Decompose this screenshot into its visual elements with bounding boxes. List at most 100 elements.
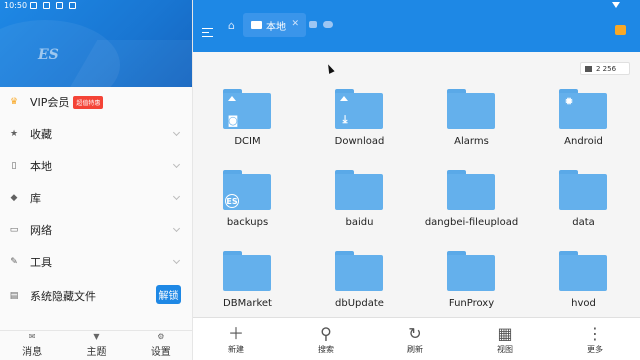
chat-icon[interactable]	[309, 21, 317, 28]
view-button[interactable]: ▦ 视图	[480, 324, 530, 355]
folder-item[interactable]: ⤓ Download	[312, 89, 402, 161]
folder-item[interactable]: DBMarket	[200, 251, 290, 323]
folder-icon: ES	[223, 170, 271, 210]
file-name: dangbei-fileupload	[424, 217, 519, 228]
folder-item[interactable]: dbUpdate	[312, 251, 402, 323]
sidebar-item-label: VIP会员	[30, 96, 70, 109]
sidebar-item-label: 收藏	[30, 128, 52, 141]
vip-promo-badge: 超值特惠	[73, 95, 104, 109]
file-name: Android	[564, 136, 603, 147]
status-time: 10:50	[4, 1, 28, 10]
folder-icon	[559, 251, 607, 291]
file-name: backups	[226, 217, 269, 228]
status-bar: 10:50	[0, 0, 640, 12]
home-icon[interactable]: ⌂	[228, 19, 235, 32]
sidebar-item-favorites[interactable]: ★ 收藏	[0, 122, 193, 146]
camera-icon: ◙	[227, 113, 239, 127]
file-name: DBMarket	[223, 298, 272, 309]
toolbar-label: 新建	[228, 345, 244, 354]
crown-icon: ♛	[9, 97, 19, 107]
sidebar-bottom-tabs: ✉ 消息 ▼ 主题 ⚙ 设置	[0, 330, 193, 360]
mail-icon: ✉	[28, 332, 36, 341]
close-icon[interactable]: ✕	[291, 19, 299, 29]
chevron-down-icon	[172, 192, 181, 201]
tab-messages[interactable]: ✉ 消息	[2, 331, 62, 360]
folder-icon	[335, 251, 383, 291]
sidebar-item-label: 网络	[30, 224, 52, 237]
folder-icon	[447, 251, 495, 291]
refresh-icon: ↻	[408, 324, 422, 343]
bottom-toolbar: ＋ 新建 ⚲ 搜索 ↻ 刷新 ▦ 视图 ⋮ 更多	[193, 317, 640, 360]
folder-icon	[559, 170, 607, 210]
library-icon: ◆	[10, 193, 18, 203]
wifi-icon	[612, 2, 620, 8]
refresh-button[interactable]: ↻ 刷新	[390, 324, 440, 355]
tab-themes[interactable]: ▼ 主题	[66, 331, 126, 360]
tab-label: 消息	[22, 347, 43, 358]
star-icon: ★	[9, 129, 19, 139]
search-icon: ⚲	[320, 324, 332, 343]
search-button[interactable]: ⚲ 搜索	[301, 324, 351, 355]
folder-icon	[447, 89, 495, 129]
folder-icon	[447, 170, 495, 210]
sidebar-item-label: 本地	[30, 160, 52, 173]
file-name: FunProxy	[448, 298, 495, 309]
sidebar-item-hidden-files: ▤ 系统隐藏文件 解锁	[0, 284, 193, 308]
file-name: baidu	[345, 217, 374, 228]
storage-label: 2 256	[596, 64, 617, 73]
folder-item[interactable]: Alarms	[424, 89, 514, 161]
folder-icon: ⤓	[335, 89, 383, 129]
file-name: Download	[334, 136, 385, 147]
folder-item[interactable]: baidu	[312, 170, 402, 242]
new-button[interactable]: ＋ 新建	[211, 324, 261, 355]
folder-item[interactable]: data	[536, 170, 626, 242]
more-button[interactable]: ⋮ 更多	[570, 324, 620, 355]
toolbar-label: 刷新	[407, 345, 423, 354]
sidebar-item-vip[interactable]: ♛ VIP会员 超值特惠	[0, 90, 193, 114]
sidebar-item-library[interactable]: ◆ 库	[0, 186, 193, 210]
tab-settings[interactable]: ⚙ 设置	[131, 331, 191, 360]
sidebar: ES ♛ VIP会员 超值特惠 ★ 收藏 ▯ 本地 ◆ 库 ▭ 网络 ✎ 工具 …	[0, 0, 193, 360]
folder-item[interactable]: FunProxy	[424, 251, 514, 323]
cloud-icon[interactable]	[323, 21, 333, 28]
store-icon[interactable]	[615, 25, 626, 35]
menu-icon[interactable]	[202, 28, 213, 37]
mouse-cursor	[325, 63, 335, 74]
plus-icon: ＋	[227, 324, 244, 343]
unlock-button[interactable]: 解锁	[156, 285, 181, 304]
gear-icon: ⚙	[157, 332, 165, 341]
shirt-icon: ▼	[93, 332, 100, 341]
more-icon: ⋮	[587, 324, 603, 343]
sd-card-icon	[585, 65, 592, 72]
phone-icon: ▯	[11, 161, 17, 171]
hidden-file-icon: ▤	[9, 291, 19, 301]
toolbar-label: 搜索	[318, 345, 334, 354]
sidebar-item-tools[interactable]: ✎ 工具	[0, 250, 193, 274]
chevron-down-icon	[172, 224, 181, 233]
sidebar-item-network[interactable]: ▭ 网络	[0, 218, 193, 242]
network-icon: ▭	[9, 225, 19, 235]
tab-label: 主题	[86, 347, 107, 358]
chevron-down-icon	[172, 160, 181, 169]
folder-item[interactable]: ✹ Android	[536, 89, 626, 161]
wrench-icon: ✎	[10, 257, 18, 267]
folder-item[interactable]: ◙ DCIM	[200, 89, 290, 161]
sidebar-item-label: 系统隐藏文件	[30, 290, 96, 303]
es-icon: ES	[225, 194, 239, 208]
tab-local[interactable]: 本地 ✕	[243, 13, 306, 37]
tab-label: 本地	[266, 21, 286, 33]
chevron-down-icon	[172, 256, 181, 265]
folder-icon	[251, 21, 262, 29]
folder-icon: ✹	[559, 89, 607, 129]
folder-item[interactable]: hvod	[536, 251, 626, 323]
folder-item[interactable]: ES backups	[200, 170, 290, 242]
folder-item[interactable]: dangbei-fileupload	[424, 170, 518, 242]
storage-indicator[interactable]: 2 256	[580, 62, 630, 75]
folder-icon	[223, 251, 271, 291]
file-name: Alarms	[454, 136, 489, 147]
folder-icon: ◙	[223, 89, 271, 129]
tab-label: 设置	[150, 347, 171, 358]
sidebar-header: ES	[0, 0, 192, 87]
chevron-down-icon	[172, 128, 181, 137]
sidebar-item-local[interactable]: ▯ 本地	[0, 154, 193, 178]
